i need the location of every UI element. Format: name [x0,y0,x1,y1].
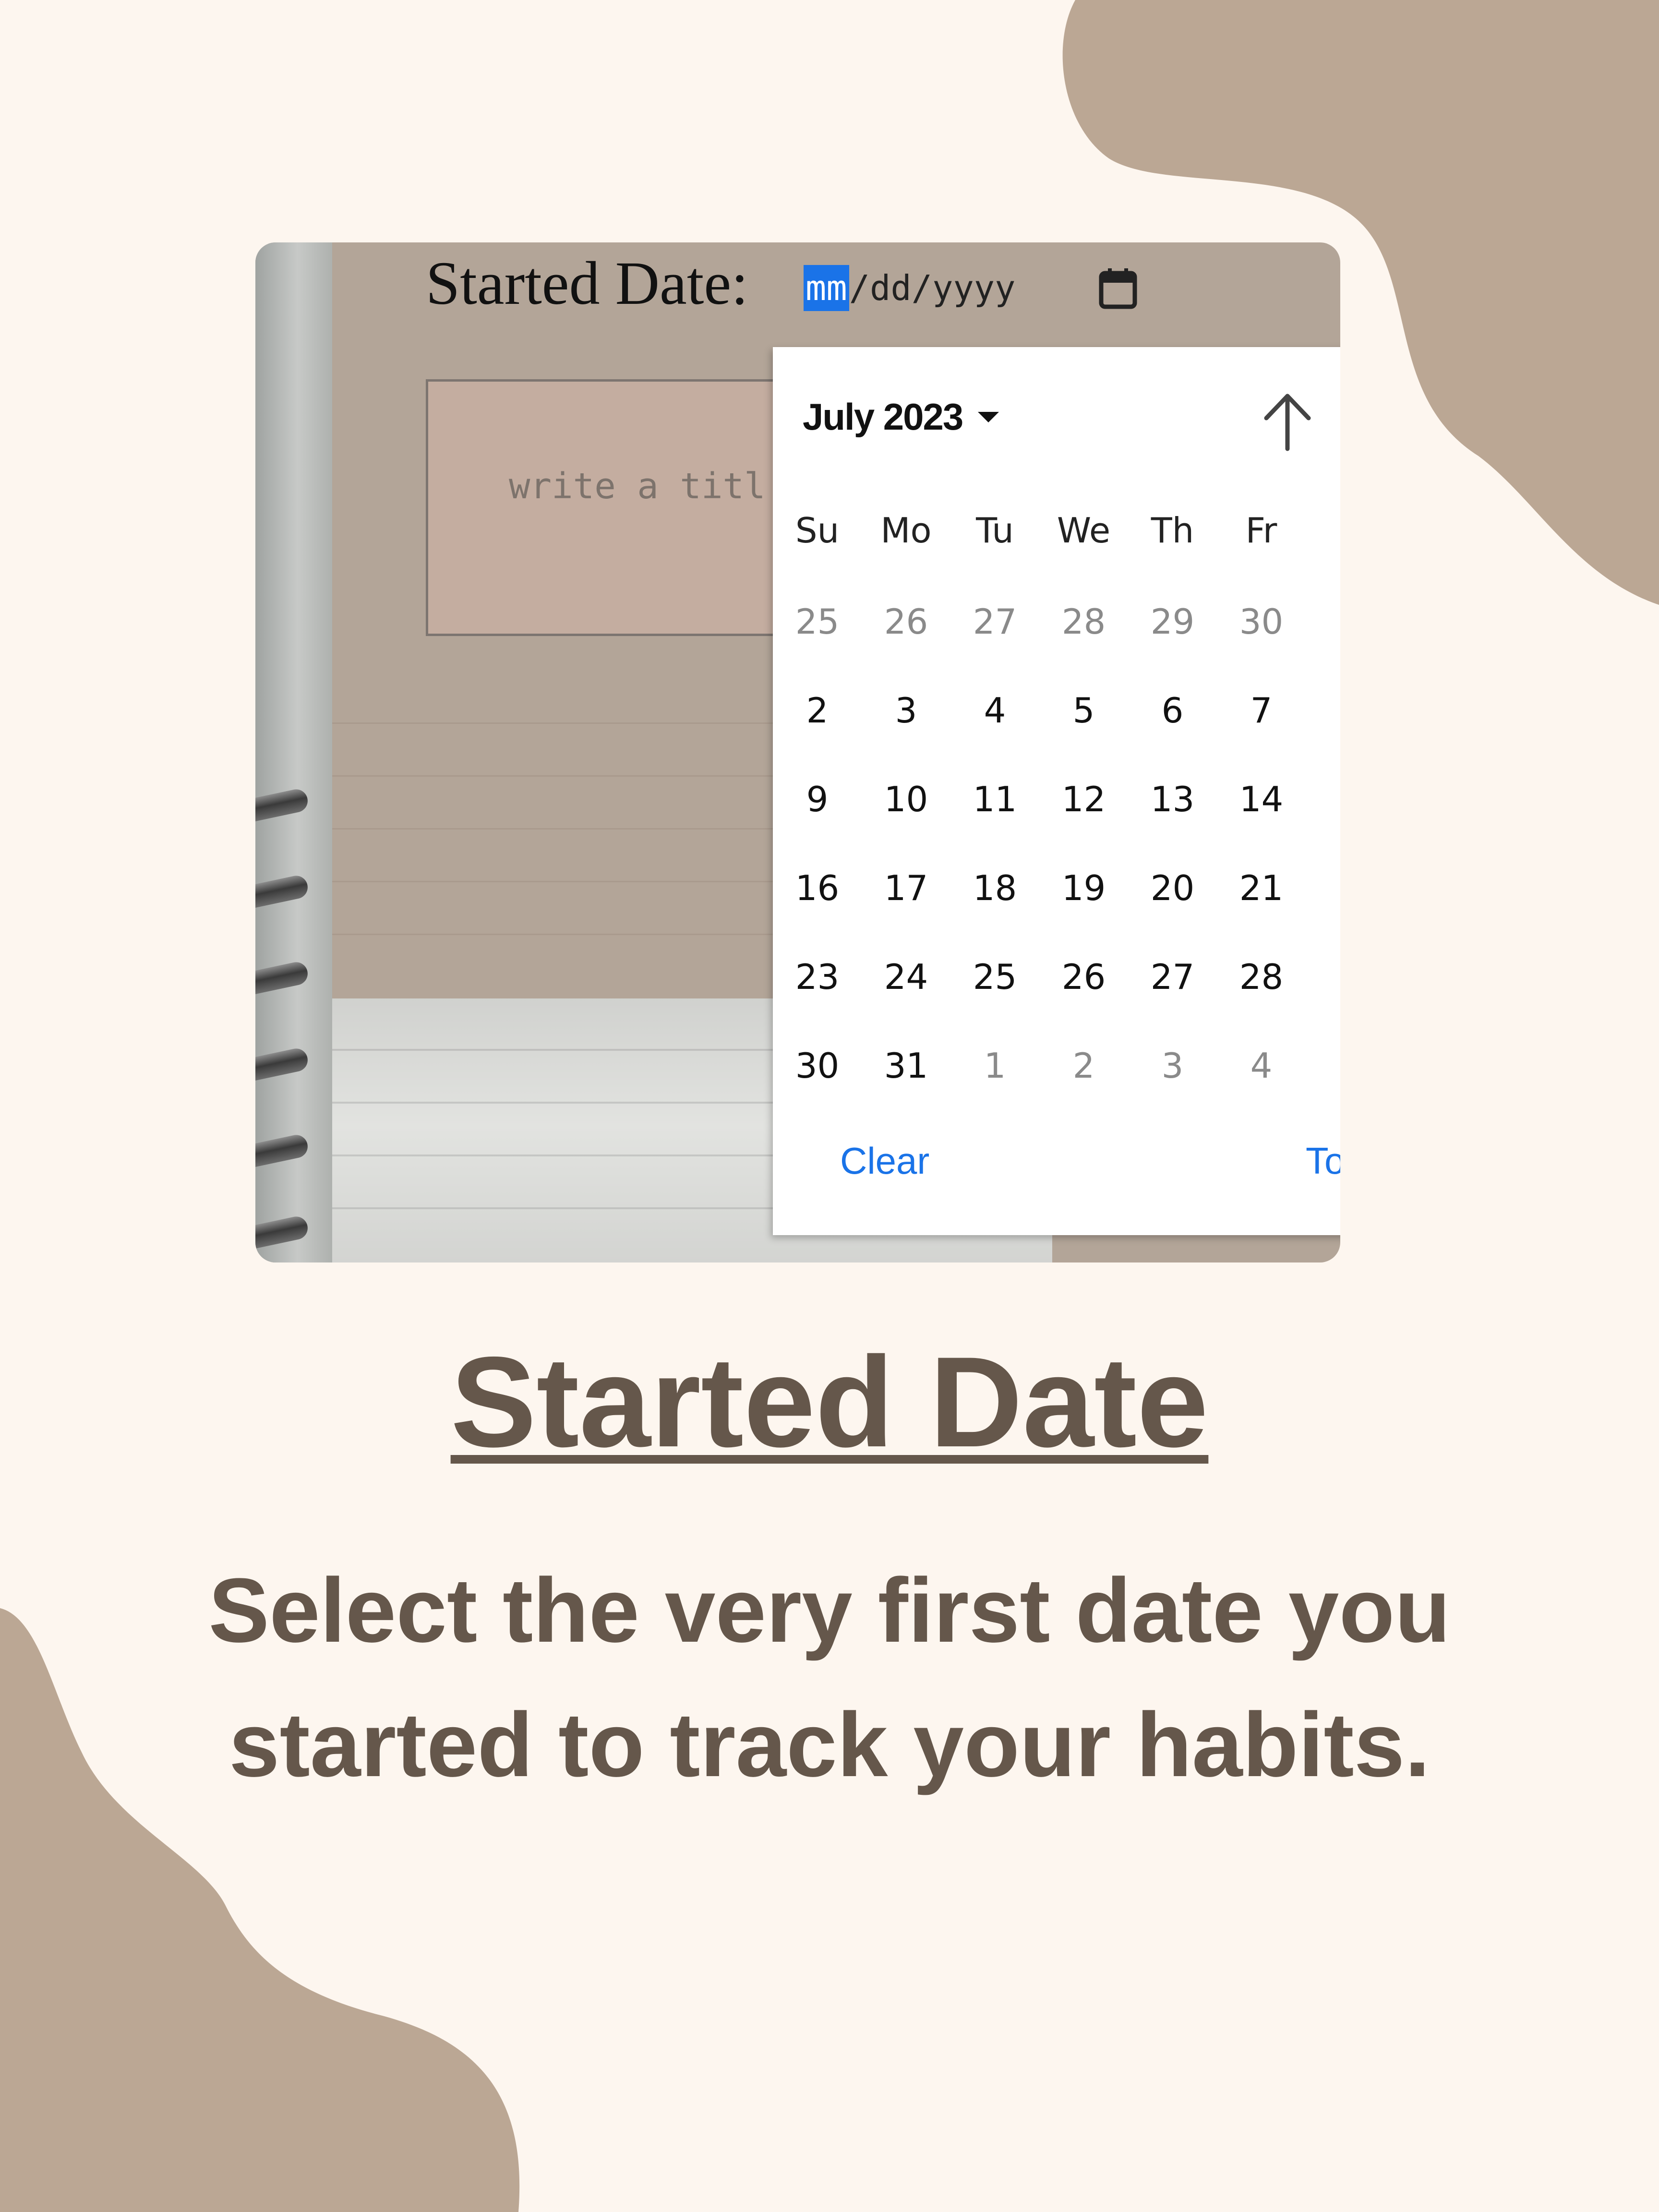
weekday-header: Su Mo Tu We Th Fr [773,510,1306,551]
weekday-label: We [1057,510,1111,551]
date-picker-popup: July 2023 Su Mo Tu We Th Fr 25 26 27 28 29 30… [773,347,1340,1235]
calendar-day[interactable]: 6 [1128,690,1217,731]
calendar-day[interactable]: 24 [862,957,950,997]
calendar-day[interactable]: 25 [773,601,862,642]
calendar-day[interactable]: 11 [950,779,1039,819]
page-heading: Started Date [0,1330,1659,1474]
date-input[interactable]: mm/dd/yyyy [804,262,1015,314]
calendar-week-row: 234567 [773,690,1306,731]
calendar-day[interactable]: 4 [950,690,1039,731]
weekday-label: Tu [976,510,1014,551]
calendar-week-row: 25 26 27 28 29 30 [773,601,1306,642]
calendar-day[interactable]: 19 [1039,868,1128,908]
weekday-label: Fr [1245,510,1277,551]
description-line: Select the very first date you [208,1560,1451,1661]
month-year-dropdown[interactable]: July 2023 [803,395,999,439]
date-input-month-segment[interactable]: mm [804,265,849,311]
calendar-day[interactable]: 30 [1217,601,1306,642]
page-description: Select the very first date you started t… [0,1543,1659,1812]
calendar-day[interactable]: 5 [1039,690,1128,731]
calendar-day[interactable]: 18 [950,868,1039,908]
calendar-day[interactable]: 2 [1039,1046,1128,1086]
calendar-week-row: 16 17 18 19 20 21 [773,868,1306,908]
calendar-day[interactable]: 17 [862,868,950,908]
calendar-day[interactable]: 30 [773,1046,862,1086]
calendar-day[interactable]: 27 [950,601,1039,642]
today-button[interactable]: Toc [1306,1139,1340,1183]
calendar-day[interactable]: 16 [773,868,862,908]
calendar-day[interactable]: 27 [1128,957,1217,997]
clear-button[interactable]: Clear [840,1139,929,1183]
calendar-icon[interactable] [1098,267,1138,310]
month-year-label: July 2023 [803,396,963,438]
calendar-day[interactable]: 21 [1217,868,1306,908]
calendar-day[interactable]: 1 [950,1046,1039,1086]
calendar-day[interactable]: 3 [862,690,950,731]
weekday-label: Th [1151,510,1194,551]
title-placeholder: write a titl [509,466,766,507]
calendar-day[interactable]: 26 [862,601,950,642]
calendar-week-row: 23 24 25 26 27 28 [773,957,1306,997]
calendar-day[interactable]: 10 [862,779,950,819]
calendar-day[interactable]: 12 [1039,779,1128,819]
weekday-label: Mo [880,510,932,551]
calendar-week-row: 30 31 1 2 3 4 [773,1046,1306,1086]
calendar-week-row: 9 10 11 12 13 14 [773,779,1306,819]
calendar-day[interactable]: 14 [1217,779,1306,819]
calendar-day[interactable]: 7 [1217,690,1306,731]
notebook-gutter [255,242,332,1262]
calendar-day[interactable]: 13 [1128,779,1217,819]
calendar-day[interactable]: 2 [773,690,862,731]
page-heading-text: Started Date [450,1330,1209,1474]
calendar-day[interactable]: 23 [773,957,862,997]
calendar-day[interactable]: 20 [1128,868,1217,908]
title-input[interactable]: write a titl [426,379,800,636]
calendar-day[interactable]: 28 [1039,601,1128,642]
calendar-day[interactable]: 29 [1128,601,1217,642]
caret-down-icon [978,411,999,422]
calendar-day[interactable]: 31 [862,1046,950,1086]
calendar-day[interactable]: 28 [1217,957,1306,997]
calendar-day[interactable]: 25 [950,957,1039,997]
calendar-day[interactable]: 4 [1217,1046,1306,1086]
calendar-day[interactable]: 3 [1128,1046,1217,1086]
date-input-rest[interactable]: /dd/yyyy [849,268,1016,308]
arrow-up-icon[interactable] [1259,390,1316,453]
description-line: started to track your habits. [228,1694,1431,1796]
date-picker-screenshot: Started Date: mm/dd/yyyy write a titl Ju… [255,242,1340,1262]
started-date-label: Started Date: [426,249,748,317]
weekday-label: Su [795,510,840,551]
calendar-day[interactable]: 26 [1039,957,1128,997]
calendar-day[interactable]: 9 [773,779,862,819]
